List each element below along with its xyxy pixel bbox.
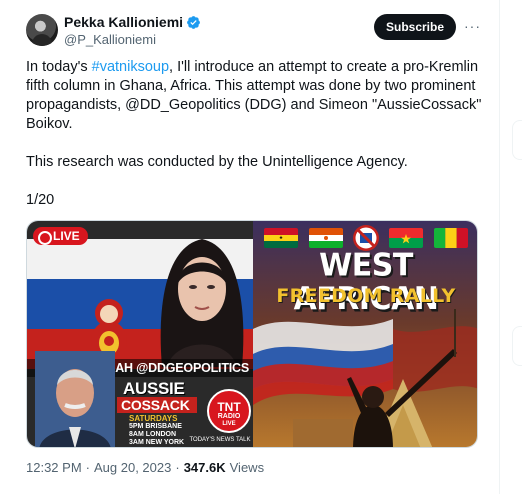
tweet-meta: 12:32 PM · Aug 20, 2023 · 347.6K Views — [26, 460, 264, 475]
tweet-card: Pekka Kallioniemi @P_Kallioniemi Subscri… — [0, 0, 500, 494]
sidebar-edge — [512, 0, 522, 494]
tweet-media-image[interactable]: LIVE SARAH @DDGEOPOLITICS AUSSIE COSSACK… — [26, 220, 478, 448]
subscribe-button[interactable]: Subscribe — [374, 14, 456, 40]
show-title-cossack: COSSACK — [117, 397, 197, 413]
meta-separator: · — [85, 460, 90, 475]
views-label: Views — [229, 460, 265, 475]
tweet-header: Pekka Kallioniemi @P_Kallioniemi Subscri… — [26, 12, 488, 48]
presenter-woman-photo — [160, 239, 244, 367]
media-left-panel: LIVE SARAH @DDGEOPOLITICS AUSSIE COSSACK… — [27, 221, 253, 447]
more-options-icon[interactable]: ··· — [464, 19, 484, 34]
tweet-text: In today's #vatniksoup, I'll introduce a… — [26, 58, 486, 210]
author-name-row: Pekka Kallioniemi — [64, 14, 201, 30]
ghana-flag-icon — [264, 228, 299, 248]
meta-separator: · — [175, 460, 180, 475]
live-badge: LIVE — [33, 227, 88, 245]
niger-flag-icon — [308, 228, 343, 248]
thread-counter: 1/20 — [26, 192, 55, 208]
tweet-paragraph-2: This research was conducted by the Unint… — [26, 154, 408, 170]
tweet-time[interactable]: 12:32 PM — [26, 460, 82, 475]
tweet-text-intro: In today's — [26, 59, 92, 75]
views-count[interactable]: 347.6K — [184, 460, 226, 475]
rally-illustration — [253, 309, 477, 447]
tweet-date[interactable]: Aug 20, 2023 — [94, 460, 171, 475]
presenter-man-photo — [35, 351, 115, 447]
hashtag-link[interactable]: #vatniksoup — [92, 59, 169, 75]
show-schedule: SATURDAYS 5PM BRISBANE 8AM LONDON 3AM NE… — [129, 414, 185, 447]
author-name[interactable]: Pekka Kallioniemi — [64, 14, 183, 30]
verified-badge-icon — [187, 15, 200, 29]
avatar[interactable] — [26, 14, 58, 46]
tnt-radio-logo: TNT RADIO LIVE — [207, 389, 251, 433]
author-handle[interactable]: @P_Kallioniemi — [64, 32, 156, 47]
media-right-panel: WEST AFRICAN FREEDOM RALLY — [253, 221, 477, 447]
station-tagline: TODAY'S NEWS TALK — [189, 437, 251, 443]
burkina-faso-flag-icon — [389, 228, 424, 248]
show-title-aussie: AUSSIE — [123, 379, 185, 398]
mali-flag-icon — [433, 228, 468, 248]
tweet-paragraph-1: In today's #vatniksoup, I'll introduce a… — [26, 58, 486, 134]
rally-subheadline: FREEDOM RALLY — [276, 285, 456, 307]
